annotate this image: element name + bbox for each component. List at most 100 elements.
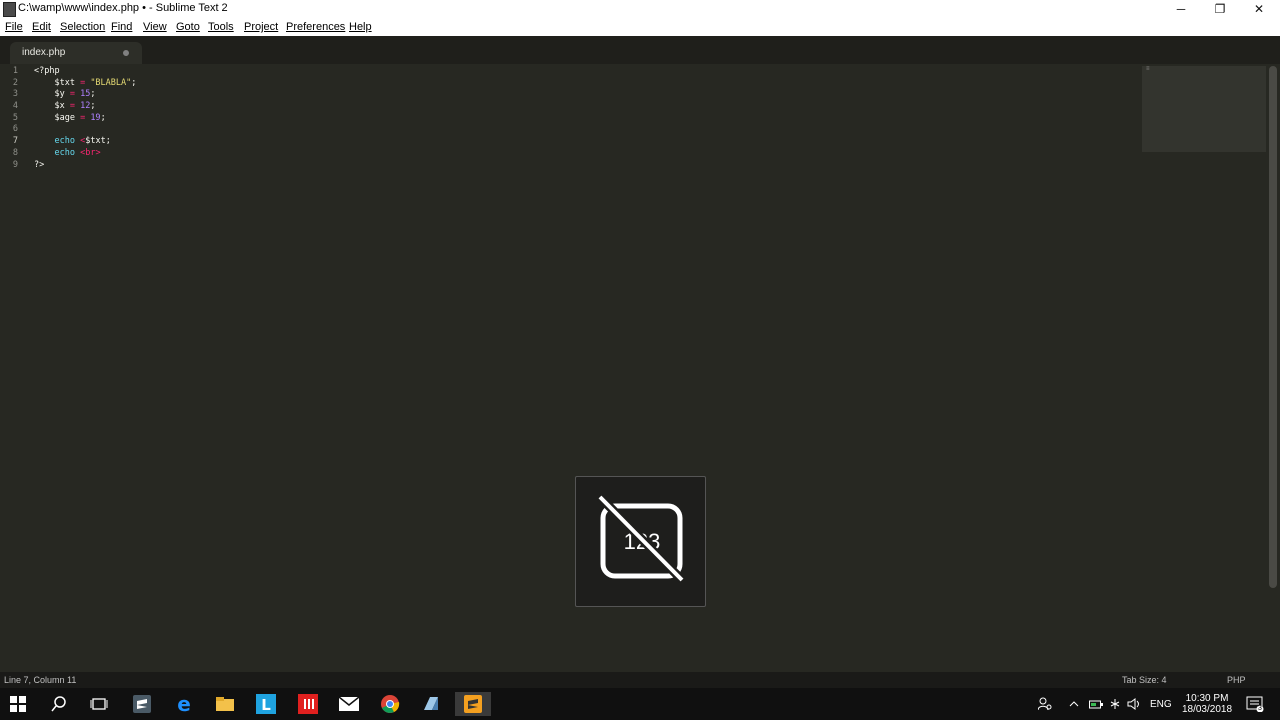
tab-size-indicator[interactable]: Tab Size: 4 — [1122, 675, 1167, 685]
code-token: 19 — [90, 112, 101, 123]
minimap-code-preview: ≡ — [1146, 66, 1150, 72]
menu-file[interactable]: File — [5, 21, 23, 33]
code-token: ?> — [34, 159, 45, 170]
svg-text:e: e — [177, 694, 191, 714]
app-blue-icon[interactable] — [413, 692, 449, 716]
menu-goto[interactable]: Goto — [176, 21, 200, 33]
edge-icon[interactable]: e — [166, 692, 202, 716]
numlock-off-overlay: 123 — [575, 476, 706, 607]
numlock-off-icon: 123 — [596, 493, 686, 584]
svg-text:L: L — [261, 696, 271, 714]
task-view-icon[interactable] — [81, 692, 117, 716]
mail-icon[interactable] — [331, 692, 367, 716]
line-number: 5 — [12, 112, 18, 123]
volume-icon[interactable] — [1127, 688, 1141, 720]
clock-time: 10:30 PM — [1185, 693, 1229, 704]
menu-help[interactable]: Help — [349, 21, 372, 33]
search-icon[interactable] — [41, 692, 77, 716]
sublime-app-icon — [3, 2, 16, 17]
syntax-indicator[interactable]: PHP — [1227, 675, 1246, 685]
title-bar: C:\wamp\www\index.php • - Sublime Text 2… — [0, 0, 1280, 18]
code-token: ; — [100, 112, 106, 123]
chevron-up-icon[interactable] — [1069, 688, 1079, 720]
line-number: 8 — [12, 147, 18, 158]
menu-view-label: View — [143, 21, 167, 33]
menu-bar: File Edit Selection Find View Goto Tools… — [0, 18, 1280, 36]
menu-project-label: Project — [244, 21, 279, 33]
code-token: <?php — [34, 66, 60, 76]
code-token: <br> — [80, 147, 101, 158]
vertical-scrollbar[interactable] — [1269, 66, 1277, 588]
menu-tools[interactable]: Tools — [208, 21, 234, 33]
menu-edit-label: Edit — [32, 21, 51, 33]
restore-button[interactable]: ❐ — [1201, 0, 1239, 18]
notifications-count: 3 — [1258, 705, 1262, 712]
clock[interactable]: 10:30 PM 18/03/2018 — [1180, 688, 1234, 720]
app-l-icon[interactable]: L — [248, 692, 284, 716]
code-token: 15 — [80, 89, 91, 100]
notifications-icon[interactable]: 3 — [1246, 688, 1264, 720]
code-token: $txt; — [85, 136, 111, 147]
people-icon[interactable] — [1038, 688, 1052, 720]
code-token: "BLABLA" — [90, 77, 132, 88]
network-icon[interactable] — [1108, 688, 1122, 720]
line-number: 3 — [12, 89, 18, 100]
code-line: $txt = "BLABLA"; — [34, 78, 1134, 90]
minimap[interactable]: ≡ — [1142, 66, 1266, 152]
code-token: $age — [34, 112, 81, 123]
menu-preferences-label: Preferences — [286, 21, 346, 33]
code-line: <?php — [34, 66, 1134, 78]
code-token: ; — [131, 77, 137, 88]
minimize-button[interactable]: ─ — [1162, 0, 1200, 18]
sublime-text-taskbar-icon[interactable] — [124, 692, 160, 716]
line-number: 7 — [12, 136, 18, 147]
windows-start-icon[interactable] — [0, 692, 36, 716]
line-number: 9 — [12, 159, 18, 170]
menu-view[interactable]: View — [143, 21, 167, 33]
tab-label: index.php — [22, 47, 66, 58]
menu-edit[interactable]: Edit — [32, 21, 51, 33]
menu-selection[interactable]: Selection — [60, 21, 105, 33]
code-line: $y = 15; — [34, 89, 1134, 101]
file-explorer-icon[interactable] — [207, 692, 243, 716]
code-token: $txt — [34, 77, 81, 88]
status-bar: Line 7, Column 11 Tab Size: 4 PHP — [0, 672, 1280, 688]
clock-date: 18/03/2018 — [1181, 704, 1233, 715]
code-line: echo <$txt; — [34, 136, 1134, 148]
menu-find[interactable]: Find — [111, 21, 132, 33]
line-number: 4 — [12, 101, 18, 112]
close-button[interactable]: ✕ — [1240, 0, 1278, 18]
code-token: echo — [54, 136, 75, 147]
app-red-icon[interactable] — [290, 692, 326, 716]
unsaved-dot-icon[interactable] — [123, 50, 129, 56]
menu-help-label: Help — [349, 21, 372, 33]
tab-index-php[interactable]: index.php — [10, 42, 142, 64]
code-token: ; — [90, 101, 96, 112]
code-token: echo — [54, 147, 75, 158]
menu-goto-label: Goto — [176, 21, 200, 33]
code-line: $x = 12; — [34, 101, 1134, 113]
line-number-gutter: 1 2 3 4 5 6 7 8 9 — [0, 66, 28, 171]
line-number: 1 — [12, 66, 18, 76]
sublime-text-active-taskbar-icon[interactable] — [455, 692, 491, 716]
menu-project[interactable]: Project — [244, 21, 278, 33]
code-line: echo <br> — [34, 148, 1134, 160]
line-number: 6 — [12, 124, 18, 135]
menu-file-label: File — [5, 21, 23, 33]
cursor-position: Line 7, Column 11 — [4, 675, 77, 685]
language-indicator[interactable]: ENG — [1150, 688, 1172, 720]
code-token: 12 — [80, 101, 91, 112]
battery-icon[interactable] — [1089, 688, 1103, 720]
code-token: $y — [34, 89, 70, 100]
menu-selection-label: Selection — [60, 21, 106, 33]
code-token: $x — [34, 101, 70, 112]
menu-preferences[interactable]: Preferences — [286, 21, 345, 33]
code-line: $age = 19; — [34, 113, 1134, 125]
code-editor[interactable]: <?php $txt = "BLABLA"; $y = 15; $x = 12;… — [34, 66, 1134, 171]
code-token: ; — [90, 89, 96, 100]
line-number: 2 — [12, 77, 18, 88]
chrome-icon[interactable] — [372, 692, 408, 716]
